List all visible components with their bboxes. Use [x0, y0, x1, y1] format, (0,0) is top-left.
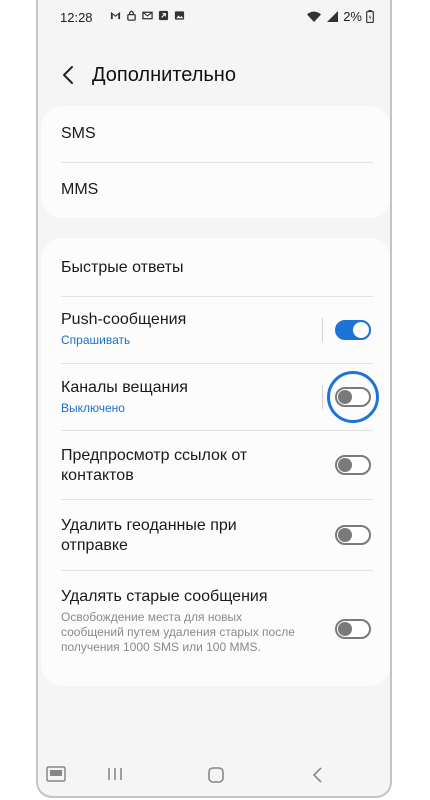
gmail-icon — [110, 11, 121, 20]
phone-screen: 12:28 2% Дополнительно SMS MMS Быстрые о… — [36, 0, 392, 798]
back-arrow-icon[interactable] — [58, 64, 80, 86]
sms-label: SMS — [61, 125, 96, 142]
push-toggle[interactable] — [335, 320, 371, 340]
app-header: Дополнительно — [38, 58, 390, 92]
delete-old-toggle[interactable] — [335, 619, 371, 639]
battery-percent: 2% — [343, 9, 362, 24]
push-label: Push-сообщения — [61, 311, 187, 328]
status-time: 12:28 — [60, 10, 93, 25]
mail-icon — [142, 11, 153, 20]
link-preview-toggle[interactable] — [335, 455, 371, 475]
recent-apps-icon[interactable] — [106, 766, 124, 782]
mms-settings-item[interactable]: MMS — [41, 163, 390, 218]
delete-old-label: Удалять старые сообщения — [61, 588, 268, 605]
remove-geodata-label: Удалить геоданные при отправке — [61, 517, 237, 554]
signal-icon — [327, 11, 339, 22]
broadcast-channels-item[interactable]: Каналы вещания Выключено — [41, 364, 390, 430]
back-nav-icon[interactable] — [310, 766, 324, 784]
push-status: Спрашивать — [61, 333, 131, 347]
page-title: Дополнительно — [92, 64, 236, 86]
status-right: 2% — [306, 9, 374, 24]
messaging-card: SMS MMS — [41, 106, 390, 218]
wifi-icon — [307, 11, 322, 22]
navigation-bar — [38, 758, 390, 794]
quick-replies-label: Быстрые ответы — [61, 259, 184, 276]
remove-geodata-toggle[interactable] — [335, 525, 371, 545]
broadcast-label: Каналы вещания — [61, 379, 188, 396]
options-card: Быстрые ответы Push-сообщения Спрашивать… — [41, 238, 390, 686]
highlight-ring — [327, 371, 379, 423]
battery-icon — [366, 10, 374, 23]
app-icon — [158, 10, 169, 21]
lock-icon — [127, 10, 136, 21]
notification-icons — [110, 10, 185, 21]
remove-geodata-item[interactable]: Удалить геоданные при отправке — [41, 500, 390, 570]
status-bar: 12:28 2% — [38, 0, 390, 36]
separator — [322, 318, 323, 342]
sms-settings-item[interactable]: SMS — [41, 106, 390, 162]
link-preview-item[interactable]: Предпросмотр ссылок от контактов — [41, 431, 390, 499]
link-preview-label: Предпросмотр ссылок от контактов — [61, 447, 248, 484]
push-messages-item[interactable]: Push-сообщения Спрашивать — [41, 297, 390, 363]
mms-label: MMS — [61, 181, 99, 198]
delete-old-description: Освобождение места для новых сообщений п… — [61, 610, 295, 654]
keyboard-icon[interactable] — [46, 766, 66, 782]
separator — [322, 385, 323, 409]
home-icon[interactable] — [207, 766, 225, 784]
delete-old-messages-item[interactable]: Удалять старые сообщения Освобождение ме… — [41, 571, 390, 686]
image-icon — [174, 11, 185, 20]
quick-replies-item[interactable]: Быстрые ответы — [41, 238, 390, 296]
broadcast-status: Выключено — [61, 401, 125, 415]
